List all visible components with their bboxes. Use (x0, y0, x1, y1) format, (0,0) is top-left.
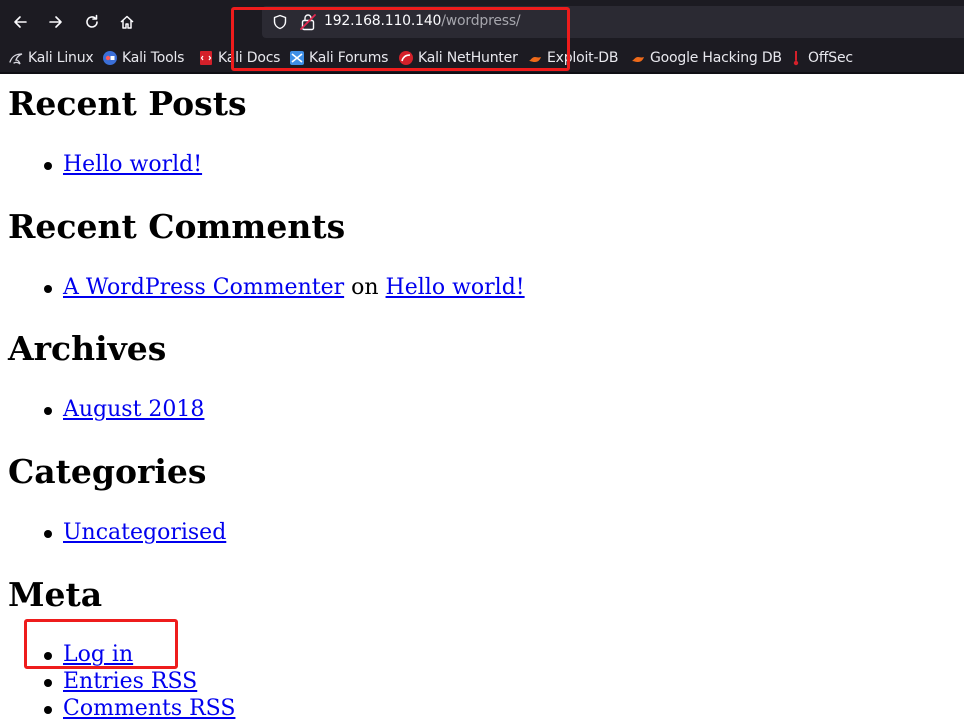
bookmark-kali-forums[interactable]: Kali Forums (289, 48, 388, 68)
bookmark-kali-tools[interactable]: Kali Tools (102, 48, 184, 68)
address-bar[interactable]: 192.168.110.140/wordpress/ (262, 6, 964, 38)
recent-posts-list: Hello world! (8, 151, 202, 178)
forward-arrow-icon (49, 16, 62, 28)
categories-heading: Categories (8, 452, 207, 491)
url-host: 192.168.110.140 (324, 13, 442, 29)
kali-tools-icon (103, 51, 117, 65)
reload-button[interactable] (78, 8, 106, 36)
home-button[interactable] (113, 8, 141, 36)
bookmark-google-hacking-db[interactable]: Google Hacking DB (630, 48, 782, 68)
bookmark-label: Kali Linux (28, 50, 94, 66)
bookmarks-toolbar: Kali Linux Kali Tools Kali Docs Kali For… (0, 44, 964, 72)
entries-rss-link[interactable]: Entries RSS (63, 669, 197, 694)
list-item: Log in (43, 641, 235, 668)
archives-list: August 2018 (8, 396, 204, 423)
bookmark-label: OffSec (808, 50, 853, 66)
url-path: /wordpress/ (441, 13, 521, 29)
recent-posts-heading: Recent Posts (8, 84, 247, 123)
categories-list: Uncategorised (8, 519, 226, 546)
bookmark-label: Kali NetHunter (418, 50, 518, 66)
offsec-icon (793, 51, 799, 66)
home-icon (120, 15, 134, 29)
list-item: A WordPress Commenter on Hello world! (44, 274, 525, 301)
forward-button[interactable] (42, 8, 70, 36)
post-link[interactable]: Hello world! (63, 152, 202, 177)
kali-docs-icon (200, 51, 212, 65)
comment-post-link[interactable]: Hello world! (386, 275, 525, 300)
comments-rss-link[interactable]: Comments RSS (63, 696, 235, 721)
comment-on-text: on (351, 275, 379, 300)
archives-heading: Archives (8, 329, 167, 368)
navigation-toolbar: 192.168.110.140/wordpress/ (0, 0, 964, 44)
bookmark-kali-docs[interactable]: Kali Docs (198, 48, 280, 68)
back-arrow-icon (14, 16, 27, 28)
recent-comments-list: A WordPress Commenter on Hello world! (8, 274, 525, 301)
list-item: Entries RSS (43, 668, 235, 695)
bookmark-label: Kali Tools (122, 50, 185, 66)
tracking-protection-shield-icon[interactable] (272, 14, 288, 30)
list-item: Comments RSS (43, 695, 235, 722)
meta-list: Log in Entries RSS Comments RSS (8, 641, 235, 722)
ghdb-icon (632, 57, 644, 62)
bookmark-label: Exploit-DB (547, 50, 619, 66)
bookmark-exploit-db[interactable]: Exploit-DB (527, 48, 618, 68)
exploit-db-icon (529, 57, 541, 62)
archive-link[interactable]: August 2018 (63, 397, 204, 422)
kali-dragon-icon (9, 53, 23, 65)
kali-nethunter-icon (399, 51, 413, 65)
browser-chrome: 192.168.110.140/wordpress/ Kali Linux Ka… (0, 0, 964, 74)
back-button[interactable] (6, 8, 34, 36)
bookmark-kali-nethunter[interactable]: Kali NetHunter (398, 48, 518, 68)
bookmark-label: Google Hacking DB (650, 50, 782, 66)
category-link[interactable]: Uncategorised (63, 520, 226, 545)
insecure-lock-icon[interactable] (300, 13, 316, 31)
bookmark-offsec[interactable]: OffSec (788, 48, 853, 68)
url-text[interactable]: 192.168.110.140/wordpress/ (324, 13, 521, 29)
login-link[interactable]: Log in (63, 642, 133, 667)
meta-heading: Meta (8, 575, 103, 614)
kali-forums-icon (290, 51, 304, 65)
bookmark-kali-linux[interactable]: Kali Linux (8, 48, 94, 68)
reload-icon (86, 14, 98, 28)
bookmark-label: Kali Forums (309, 50, 389, 66)
list-item: Uncategorised (43, 519, 226, 546)
bookmark-label: Kali Docs (218, 50, 281, 66)
list-item: August 2018 (43, 396, 204, 423)
comment-author-link[interactable]: A WordPress Commenter (63, 275, 344, 300)
recent-comments-heading: Recent Comments (8, 207, 346, 246)
toolbar-divider (0, 72, 964, 74)
list-item: Hello world! (43, 151, 202, 178)
